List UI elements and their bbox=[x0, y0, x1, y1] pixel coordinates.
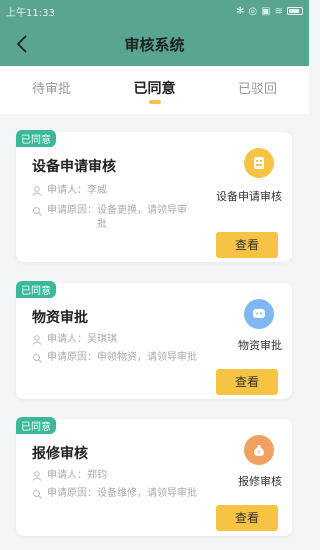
bluetooth-icon: ✻ bbox=[236, 5, 245, 17]
status-time: 上午11:33 bbox=[6, 7, 55, 19]
battery-icon bbox=[287, 7, 303, 15]
device-icon bbox=[244, 148, 274, 178]
money-bag-icon: ¥ bbox=[244, 435, 274, 465]
status-badge: 已同意 bbox=[16, 130, 56, 147]
view-button[interactable]: 查看 bbox=[216, 232, 278, 258]
view-button[interactable]: 查看 bbox=[216, 369, 278, 395]
reason-row: 申请原因：设备更换，请领导审批 bbox=[32, 204, 212, 232]
status-badge: 已同意 bbox=[16, 417, 56, 434]
reason-line: 申请原因：设备更换，请领导审 bbox=[47, 205, 187, 216]
wifi-icon: ≋ bbox=[274, 5, 283, 17]
status-icons: ✻ ◎ ▣ ≋ bbox=[236, 6, 303, 17]
card-title: 设备申请审核 bbox=[32, 159, 116, 175]
tab-indicator bbox=[148, 100, 161, 104]
tab-approved[interactable]: 已同意 bbox=[103, 66, 206, 114]
alarm-icon: ◎ bbox=[248, 5, 258, 17]
approval-card[interactable]: 已同意 设备申请审核 申请人：李威 申请原因：设备更换，请领导审批 设备申请审核… bbox=[16, 130, 292, 262]
svg-text:¥: ¥ bbox=[257, 450, 260, 456]
user-icon bbox=[32, 186, 42, 196]
reason-text: 申请原因：设备维修，请领导审批 bbox=[47, 488, 197, 499]
reason-row: 申请原因：设备维修，请领导审批 bbox=[32, 487, 232, 501]
tab-label: 已驳回 bbox=[237, 82, 277, 97]
reason-row: 申请原因：申领物资，请领导审批 bbox=[32, 351, 232, 365]
card-title: 物资审批 bbox=[32, 310, 88, 326]
page-title: 审核系统 bbox=[124, 35, 185, 54]
back-button[interactable] bbox=[10, 32, 34, 56]
user-icon bbox=[32, 335, 42, 345]
nav-bar: 审核系统 bbox=[0, 22, 309, 66]
approval-card[interactable]: 已同意 报修审核 申请人：郑钧 申请原因：设备维修，请领导审批 ¥ 报修审核 查… bbox=[16, 417, 292, 536]
card-title: 报修审核 bbox=[32, 446, 88, 462]
side-label: 物资审批 bbox=[238, 339, 282, 352]
status-bar: 上午11:33 ✻ ◎ ▣ ≋ bbox=[0, 0, 309, 22]
tab-rejected[interactable]: 已驳回 bbox=[206, 66, 309, 114]
reason-text: 申请原因：申领物资，请领导审批 bbox=[47, 352, 197, 363]
reason-text: 申请原因：设备更换，请领导审批 bbox=[47, 204, 187, 232]
applicant-text: 申请人：吴琪琪 bbox=[47, 334, 117, 345]
tab-pending[interactable]: 待审批 bbox=[0, 66, 103, 114]
search-doc-icon bbox=[33, 207, 42, 216]
approval-card[interactable]: 已同意 物资审批 申请人：吴琪琪 申请原因：申领物资，请领导审批 物资审批 查看 bbox=[16, 281, 292, 399]
side-label: 报修审核 bbox=[238, 475, 282, 488]
search-doc-icon bbox=[33, 490, 42, 499]
search-doc-icon bbox=[33, 354, 42, 363]
view-button[interactable]: 查看 bbox=[216, 505, 278, 531]
applicant-text: 申请人：李威 bbox=[47, 185, 107, 196]
applicant-text: 申请人：郑钧 bbox=[47, 470, 107, 481]
sim-icon: ▣ bbox=[261, 5, 271, 17]
tab-label: 已同意 bbox=[133, 81, 176, 97]
reason-line: 批 bbox=[97, 219, 107, 230]
status-badge: 已同意 bbox=[16, 281, 56, 298]
tab-label: 待审批 bbox=[31, 82, 71, 97]
chevron-left-icon bbox=[16, 35, 27, 53]
side-label: 设备申请审核 bbox=[216, 190, 282, 203]
tab-bar: 待审批 已同意 已驳回 bbox=[0, 66, 309, 114]
user-icon bbox=[32, 471, 42, 481]
message-icon bbox=[244, 299, 274, 329]
